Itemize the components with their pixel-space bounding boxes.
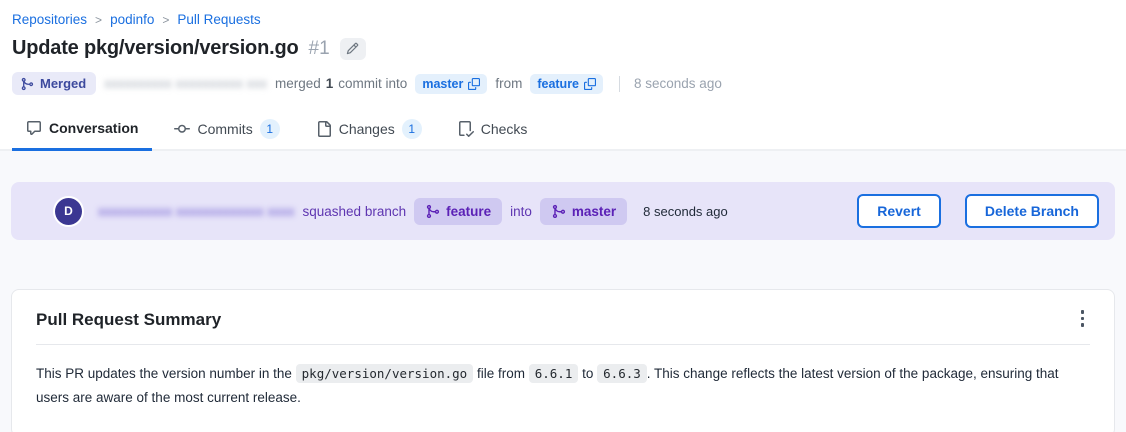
target-branch-label: master: [572, 204, 616, 219]
source-branch-label: feature: [446, 204, 491, 219]
summary-segment: This PR updates the version number in th…: [36, 366, 296, 381]
merge-sentence: merged 1 commit into: [275, 76, 407, 91]
code-span-new-version: 6.6.3: [597, 364, 647, 383]
tab-conversation-label: Conversation: [49, 120, 138, 136]
tab-commits[interactable]: Commits 1: [160, 109, 293, 151]
pencil-icon: [346, 42, 359, 55]
checklist-icon: [458, 121, 474, 137]
pr-tabbar: Conversation Commits 1 Changes 1 Checks: [0, 109, 1126, 151]
tab-conversation[interactable]: Conversation: [12, 109, 152, 151]
changes-count-badge: 1: [402, 119, 422, 139]
breadcrumb-separator: >: [95, 13, 102, 27]
git-merge-icon: [425, 204, 440, 219]
card-divider: [36, 344, 1090, 345]
summary-segment: to: [578, 366, 597, 381]
pr-number: #1: [309, 38, 330, 60]
breadcrumb-podinfo[interactable]: podinfo: [110, 12, 154, 27]
pr-header: Repositories > podinfo > Pull Requests U…: [0, 0, 1126, 109]
event-timestamp: 8 seconds ago: [643, 204, 728, 219]
breadcrumb: Repositories > podinfo > Pull Requests: [12, 10, 1114, 33]
tab-checks-label: Checks: [481, 121, 528, 137]
tab-checks[interactable]: Checks: [444, 109, 542, 151]
target-branch-chip-banner[interactable]: master: [540, 198, 627, 225]
title-row: Update pkg/version/version.go #1: [12, 33, 1114, 66]
pull-request-page: Repositories > podinfo > Pull Requests U…: [0, 0, 1126, 432]
card-header: Pull Request Summary: [36, 310, 1090, 331]
copy-icon[interactable]: [468, 78, 480, 90]
revert-button[interactable]: Revert: [857, 194, 941, 228]
into-label: into: [510, 204, 532, 219]
git-merge-icon: [551, 204, 566, 219]
tab-changes-label: Changes: [339, 121, 395, 137]
breadcrumb-separator: >: [162, 13, 169, 27]
merged-status-badge: Merged: [12, 72, 96, 95]
summary-text: This PR updates the version number in th…: [36, 362, 1090, 410]
action-label: squashed branch: [303, 204, 407, 219]
comment-icon: [26, 120, 42, 136]
pr-content: D xxxxxxxxxxx xxxxxxxxxxxxx xxxx squashe…: [0, 151, 1126, 432]
breadcrumb-pull-requests[interactable]: Pull Requests: [177, 12, 260, 27]
commit-into-words: commit into: [338, 76, 407, 91]
source-branch-chip[interactable]: feature: [530, 74, 603, 94]
tab-commits-label: Commits: [197, 121, 252, 137]
target-branch-chip[interactable]: master: [415, 74, 487, 94]
status-row: Merged xxxxxxxxxx xxxxxxxxxx xxx merged …: [12, 66, 1114, 109]
delete-branch-button[interactable]: Delete Branch: [965, 194, 1099, 228]
tab-changes[interactable]: Changes 1: [302, 109, 436, 151]
code-span-old-version: 6.6.1: [529, 364, 579, 383]
commit-count: 1: [326, 76, 334, 91]
divider: [619, 76, 620, 92]
merged-status-label: Merged: [40, 76, 86, 91]
edit-title-button[interactable]: [340, 38, 366, 60]
from-word: from: [495, 76, 522, 91]
pr-title: Update pkg/version/version.go: [12, 37, 299, 60]
commits-count-badge: 1: [260, 119, 280, 139]
kebab-menu-icon[interactable]: [1075, 306, 1091, 331]
card-title: Pull Request Summary: [36, 310, 221, 330]
git-commit-icon: [174, 121, 190, 137]
source-branch-chip-banner[interactable]: feature: [414, 198, 502, 225]
avatar[interactable]: D: [55, 198, 82, 225]
breadcrumb-repositories[interactable]: Repositories: [12, 12, 87, 27]
merged-event-banner: D xxxxxxxxxxx xxxxxxxxxxxxx xxxx squashe…: [11, 182, 1115, 240]
merged-by-username-redacted: xxxxxxxxxx xxxxxxxxxx xxx: [104, 76, 267, 91]
git-merge-icon: [20, 77, 34, 91]
merge-timestamp: 8 seconds ago: [634, 76, 722, 91]
source-branch-label: feature: [537, 77, 579, 91]
file-icon: [316, 121, 332, 137]
summary-segment: file from: [473, 366, 529, 381]
merged-word: merged: [275, 76, 321, 91]
copy-icon[interactable]: [584, 78, 596, 90]
target-branch-label: master: [422, 77, 463, 91]
code-span-filepath: pkg/version/version.go: [296, 364, 474, 383]
pr-summary-card: Pull Request Summary This PR updates the…: [11, 289, 1115, 432]
actor-username-redacted: xxxxxxxxxxx xxxxxxxxxxxxx xxxx: [98, 204, 295, 219]
